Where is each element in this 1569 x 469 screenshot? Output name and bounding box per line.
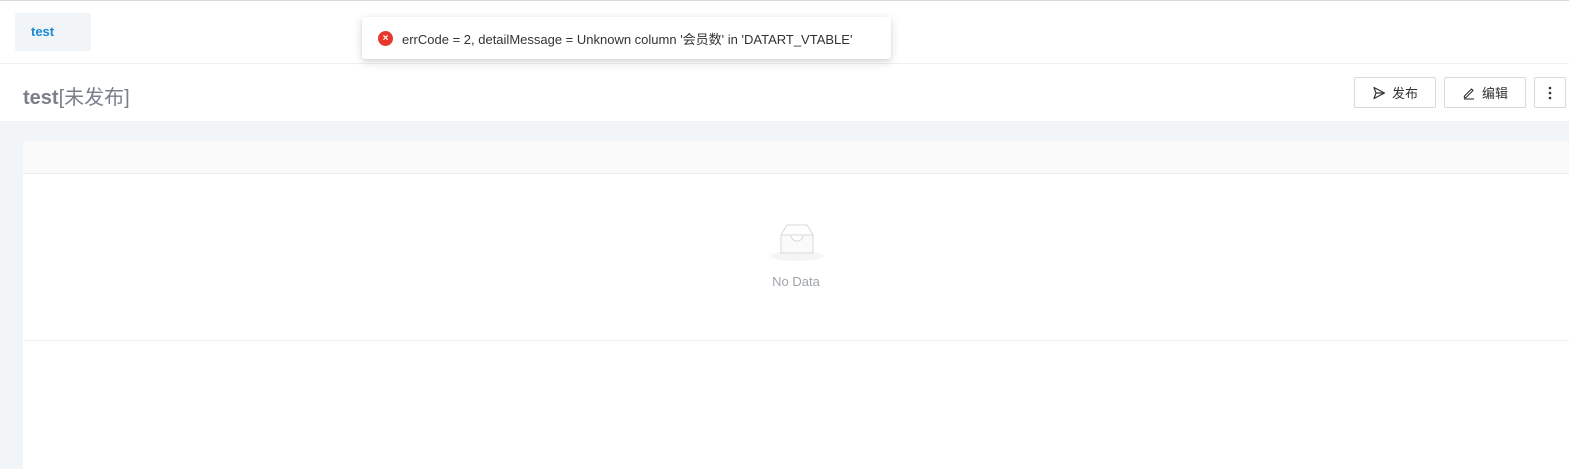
pencil-icon bbox=[1462, 86, 1476, 100]
more-button[interactable] bbox=[1534, 77, 1566, 108]
tab-label: test bbox=[31, 24, 55, 39]
title-name: test bbox=[23, 87, 59, 109]
empty-text: No Data bbox=[772, 274, 820, 289]
title-status: [未发布] bbox=[58, 87, 130, 109]
error-circle-icon: × bbox=[378, 30, 393, 46]
publish-button[interactable]: 发布 bbox=[1354, 77, 1436, 108]
error-toast: × errCode = 2, detailMessage = Unknown c… bbox=[362, 17, 891, 59]
page-title: test[未发布] bbox=[23, 81, 130, 110]
inbox-empty-icon bbox=[769, 221, 825, 268]
send-icon bbox=[1372, 86, 1386, 100]
publish-label: 发布 bbox=[1391, 86, 1418, 101]
page-header: test[未发布] 发布 编辑 bbox=[0, 64, 1569, 121]
edit-label: 编辑 bbox=[1481, 86, 1508, 101]
table-header bbox=[23, 141, 1569, 174]
edit-button[interactable]: 编辑 bbox=[1444, 77, 1526, 108]
main-content: No Data bbox=[0, 121, 1569, 469]
data-table: No Data bbox=[23, 141, 1569, 469]
tab-test[interactable]: test bbox=[15, 13, 91, 51]
page: test test[未发布] 发布 编辑 No Data × errCode =… bbox=[0, 0, 1569, 469]
toast-message: errCode = 2, detailMessage = Unknown col… bbox=[402, 31, 853, 47]
more-vertical-icon bbox=[1548, 86, 1552, 100]
empty-state: No Data bbox=[23, 174, 1569, 341]
